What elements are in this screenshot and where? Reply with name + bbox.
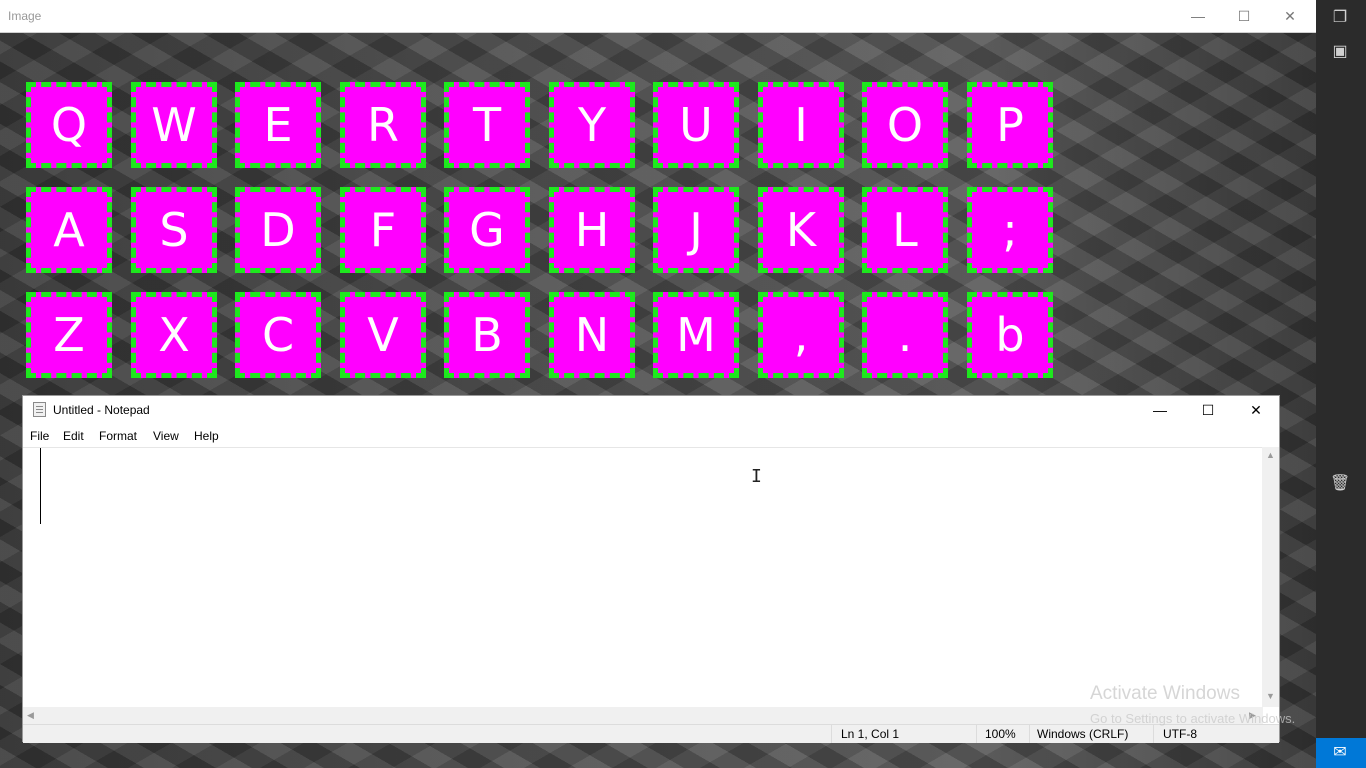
status-divider xyxy=(976,725,977,743)
notepad-text-area[interactable] xyxy=(23,447,1263,708)
notepad-maximize-button[interactable]: ☐ xyxy=(1185,396,1231,424)
notepad-minimize-button[interactable]: — xyxy=(1137,396,1183,424)
key-2-6[interactable]: M xyxy=(653,292,739,378)
ibeam-cursor-icon: I xyxy=(751,466,762,487)
key-2-2[interactable]: C xyxy=(235,292,321,378)
app-icon: ▣ xyxy=(1332,43,1348,60)
text-caret xyxy=(40,448,41,524)
window-icon: ❐ xyxy=(1332,9,1348,26)
watermark-title: Activate Windows xyxy=(1090,683,1240,704)
key-2-3[interactable]: V xyxy=(340,292,426,378)
key-0-2[interactable]: E xyxy=(235,82,321,168)
notepad-app-icon xyxy=(33,402,46,417)
activate-windows-watermark: Activate Windows Go to Settings to activ… xyxy=(1090,683,1295,726)
key-1-4[interactable]: G xyxy=(444,187,530,273)
key-0-1[interactable]: W xyxy=(131,82,217,168)
status-divider xyxy=(1029,725,1030,743)
image-window-titlebar[interactable]: Image — ☐ ✕ xyxy=(0,0,1316,33)
menu-edit[interactable]: Edit xyxy=(63,429,84,443)
key-1-8[interactable]: L xyxy=(862,187,948,273)
desktop-edge: ❐ ▣ 🗑 xyxy=(1316,0,1366,768)
key-1-7[interactable]: K xyxy=(758,187,844,273)
key-1-9[interactable]: ; xyxy=(967,187,1053,273)
menu-format[interactable]: Format xyxy=(99,429,137,443)
key-1-1[interactable]: S xyxy=(131,187,217,273)
key-2-9[interactable]: b xyxy=(967,292,1053,378)
key-2-1[interactable]: X xyxy=(131,292,217,378)
scroll-up-icon[interactable]: ▲ xyxy=(1266,450,1275,460)
key-1-6[interactable]: J xyxy=(653,187,739,273)
key-2-4[interactable]: B xyxy=(444,292,530,378)
status-position: Ln 1, Col 1 xyxy=(841,727,900,741)
trash-icon: 🗑 xyxy=(1330,475,1351,492)
notepad-title: Untitled - Notepad xyxy=(53,403,150,417)
key-2-5[interactable]: N xyxy=(549,292,635,378)
key-0-8[interactable]: O xyxy=(862,82,948,168)
notification-icon[interactable]: ✉ xyxy=(1330,743,1350,763)
key-2-8[interactable]: . xyxy=(862,292,948,378)
image-maximize-button[interactable]: ☐ xyxy=(1224,4,1264,28)
scroll-left-icon[interactable]: ◀ xyxy=(27,710,34,721)
key-0-7[interactable]: I xyxy=(758,82,844,168)
status-divider xyxy=(831,725,832,743)
key-1-2[interactable]: D xyxy=(235,187,321,273)
notepad-statusbar: Ln 1, Col 1 100% Windows (CRLF) UTF-8 xyxy=(23,724,1279,743)
horizontal-scrollbar[interactable]: ◀ ▶ xyxy=(23,707,1263,724)
image-close-button[interactable]: ✕ xyxy=(1270,4,1310,28)
image-window-title: Image xyxy=(8,9,42,23)
key-0-9[interactable]: P xyxy=(967,82,1053,168)
key-2-0[interactable]: Z xyxy=(26,292,112,378)
key-0-0[interactable]: Q xyxy=(26,82,112,168)
key-1-5[interactable]: H xyxy=(549,187,635,273)
key-0-3[interactable]: R xyxy=(340,82,426,168)
notepad-close-button[interactable]: ✕ xyxy=(1233,396,1279,424)
menu-help[interactable]: Help xyxy=(194,429,219,443)
key-1-0[interactable]: A xyxy=(26,187,112,273)
status-divider xyxy=(1153,725,1154,743)
taskbar-notification-area[interactable]: ✉ xyxy=(1316,738,1366,768)
status-encoding: UTF-8 xyxy=(1163,727,1197,741)
key-1-3[interactable]: F xyxy=(340,187,426,273)
key-2-7[interactable]: , xyxy=(758,292,844,378)
status-line-endings: Windows (CRLF) xyxy=(1037,727,1129,741)
watermark-subtitle: Go to Settings to activate Windows. xyxy=(1090,711,1296,726)
notepad-titlebar[interactable]: Untitled - Notepad — ☐ ✕ xyxy=(23,396,1279,424)
key-0-6[interactable]: U xyxy=(653,82,739,168)
menu-view[interactable]: View xyxy=(153,429,179,443)
notepad-menubar: File Edit Format View Help xyxy=(23,425,1279,447)
menu-file[interactable]: File xyxy=(30,429,49,443)
status-zoom: 100% xyxy=(985,727,1016,741)
vertical-scrollbar[interactable]: ▲ ▼ xyxy=(1262,447,1279,707)
key-0-4[interactable]: T xyxy=(444,82,530,168)
image-minimize-button[interactable]: — xyxy=(1178,4,1218,28)
key-0-5[interactable]: Y xyxy=(549,82,635,168)
